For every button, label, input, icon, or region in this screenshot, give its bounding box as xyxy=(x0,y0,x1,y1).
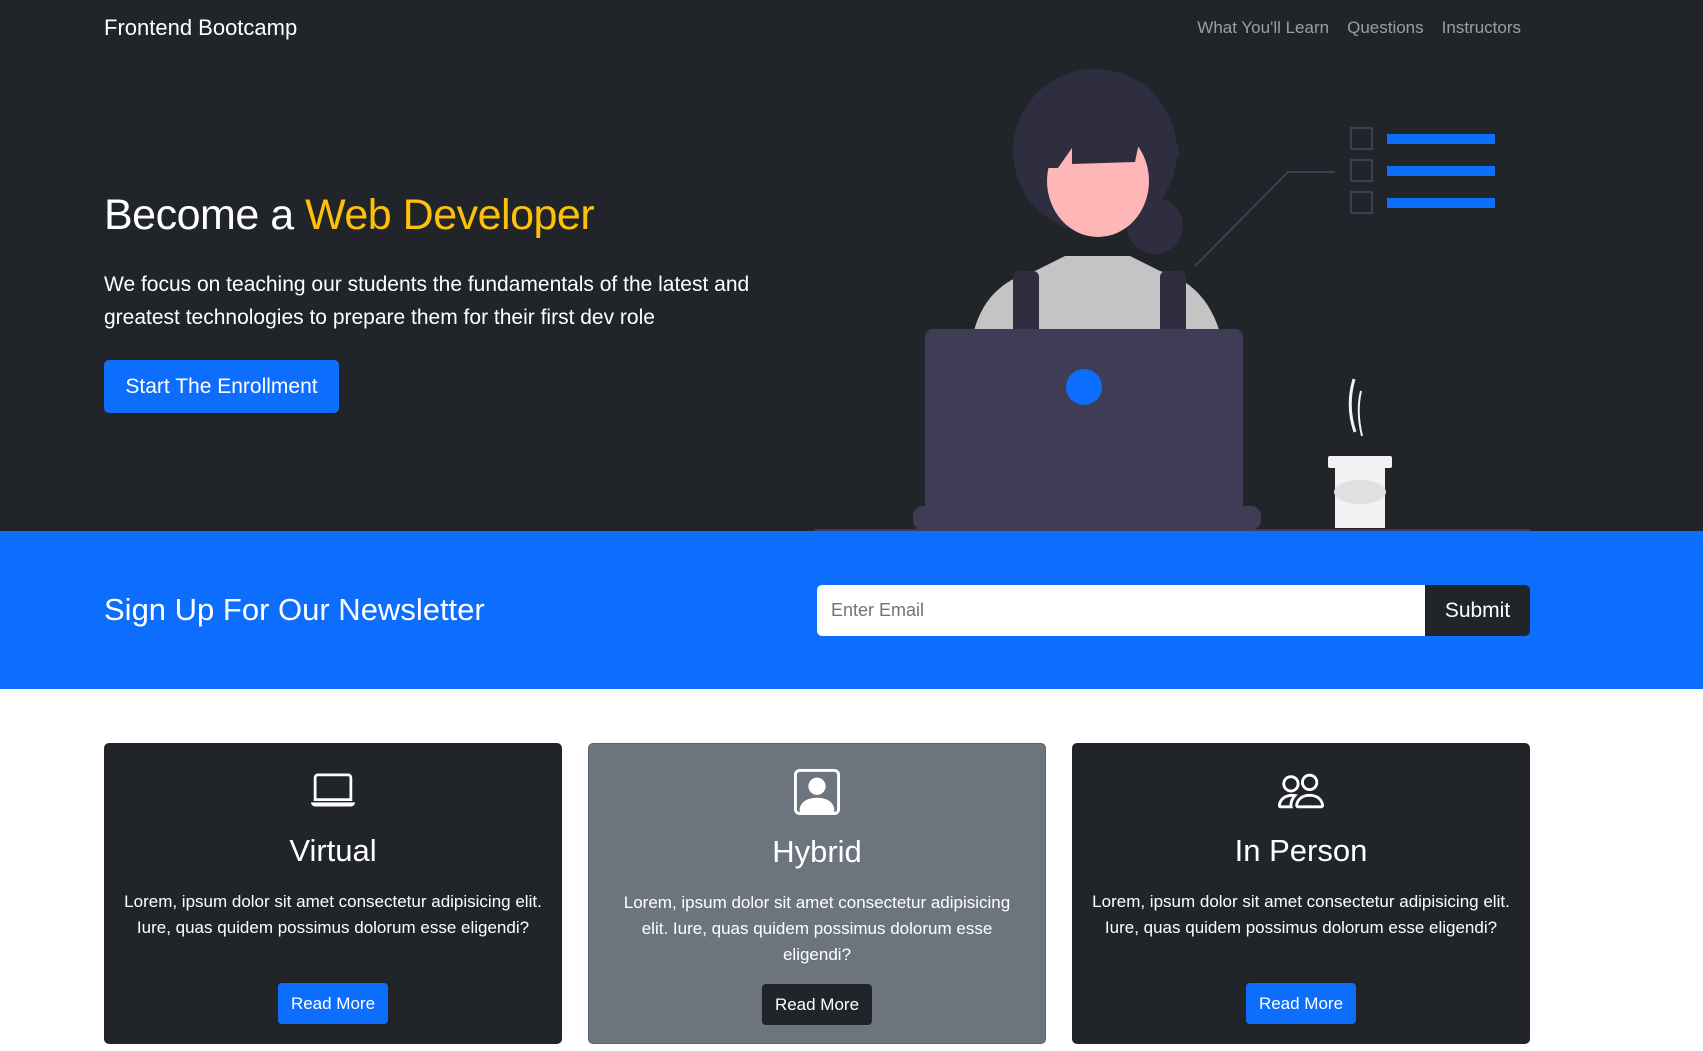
card-title: Virtual xyxy=(289,833,377,868)
nav-link-what-youll-learn[interactable]: What You'll Learn xyxy=(1197,18,1329,38)
read-more-button[interactable]: Read More xyxy=(761,984,873,1025)
hero-title-accent: Web Developer xyxy=(305,191,595,239)
card-in-person: In Person Lorem, ipsum dolor sit amet co… xyxy=(1072,743,1530,1044)
person-square-icon xyxy=(589,769,1045,815)
card-hybrid: Hybrid Lorem, ipsum dolor sit amet conse… xyxy=(588,743,1046,1044)
nav-links: What You'll Learn Questions Instructors xyxy=(1197,18,1521,38)
read-more-button[interactable]: Read More xyxy=(277,983,389,1024)
start-enrollment-button[interactable]: Start The Enrollment xyxy=(104,360,339,413)
card-title: Hybrid xyxy=(772,834,862,869)
laptop-icon xyxy=(104,768,562,814)
card-virtual: Virtual Lorem, ipsum dolor sit amet cons… xyxy=(104,743,562,1044)
card-text: Lorem, ipsum dolor sit amet consectetur … xyxy=(1092,892,1510,937)
nav-link-instructors[interactable]: Instructors xyxy=(1442,18,1521,38)
newsletter-title: Sign Up For Our Newsletter xyxy=(104,592,485,627)
brand-link[interactable]: Frontend Bootcamp xyxy=(104,15,297,41)
hero-title: Become a Web Developer xyxy=(104,191,595,240)
card-title: In Person xyxy=(1234,833,1368,868)
navbar: Frontend Bootcamp What You'll Learn Ques… xyxy=(0,0,1703,56)
card-text: Lorem, ipsum dolor sit amet consectetur … xyxy=(623,893,1011,964)
card-text: Lorem, ipsum dolor sit amet consectetur … xyxy=(124,892,542,937)
developer-illustration xyxy=(815,69,1530,531)
read-more-button[interactable]: Read More xyxy=(1245,983,1357,1024)
hero-title-prefix: Become a xyxy=(104,191,306,239)
newsletter-section: Sign Up For Our Newsletter Submit xyxy=(0,531,1703,689)
hero-lead: We focus on teaching our students the fu… xyxy=(104,273,750,329)
submit-button[interactable]: Submit xyxy=(1425,585,1530,636)
nav-link-questions[interactable]: Questions xyxy=(1347,18,1424,38)
email-input[interactable] xyxy=(817,585,1425,636)
people-icon xyxy=(1072,768,1530,814)
